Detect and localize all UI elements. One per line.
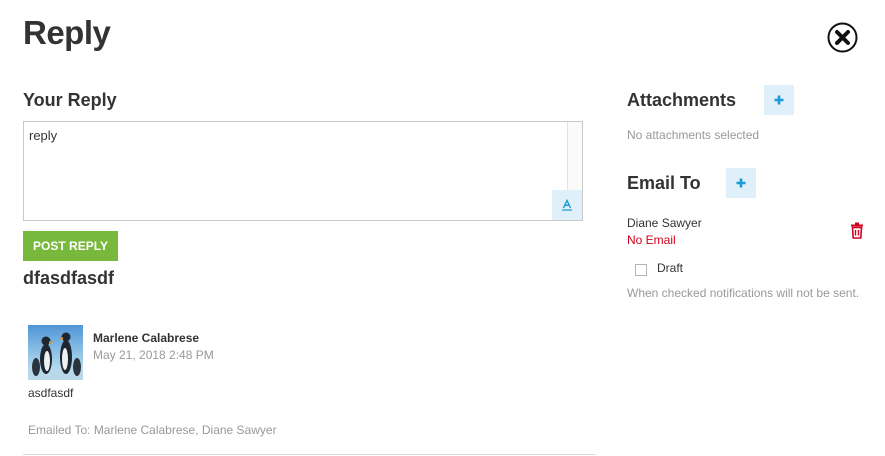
reply-editor: reply xyxy=(23,121,583,221)
page-title: Reply xyxy=(23,14,111,51)
draft-label: Draft xyxy=(657,261,684,275)
draft-note: When checked notifications will not be s… xyxy=(627,286,860,300)
divider xyxy=(23,454,596,455)
recipient-status: No Email xyxy=(627,233,676,247)
plus-icon xyxy=(736,178,746,188)
message-body: asdfasdf xyxy=(28,386,74,400)
text-format-button[interactable] xyxy=(552,190,582,220)
message-emailed-to: Emailed To: Marlene Calabrese, Diane Saw… xyxy=(28,423,277,437)
trash-icon xyxy=(851,222,863,239)
add-attachment-button[interactable] xyxy=(764,85,794,115)
your-reply-heading: Your Reply xyxy=(23,90,117,110)
recipient-name: Diane Sawyer xyxy=(627,216,702,230)
attachments-heading: Attachments xyxy=(627,90,737,110)
plus-icon xyxy=(774,95,784,105)
email-to-heading: Email To xyxy=(627,173,701,193)
post-reply-button[interactable]: POST REPLY xyxy=(23,231,118,261)
message-author: Marlene Calabrese xyxy=(93,331,200,345)
close-icon xyxy=(827,22,858,53)
text-format-icon xyxy=(562,199,572,211)
avatar xyxy=(28,325,83,380)
remove-recipient-button[interactable] xyxy=(849,222,865,239)
add-recipient-button[interactable] xyxy=(726,168,756,198)
attachments-empty-text: No attachments selected xyxy=(627,128,760,142)
thread-subject: dfasdfasdf xyxy=(23,268,115,288)
close-button[interactable] xyxy=(827,22,858,53)
message-date: May 21, 2018 2:48 PM xyxy=(93,348,214,362)
reply-textarea[interactable]: reply xyxy=(24,122,564,216)
draft-checkbox[interactable] xyxy=(635,264,647,276)
